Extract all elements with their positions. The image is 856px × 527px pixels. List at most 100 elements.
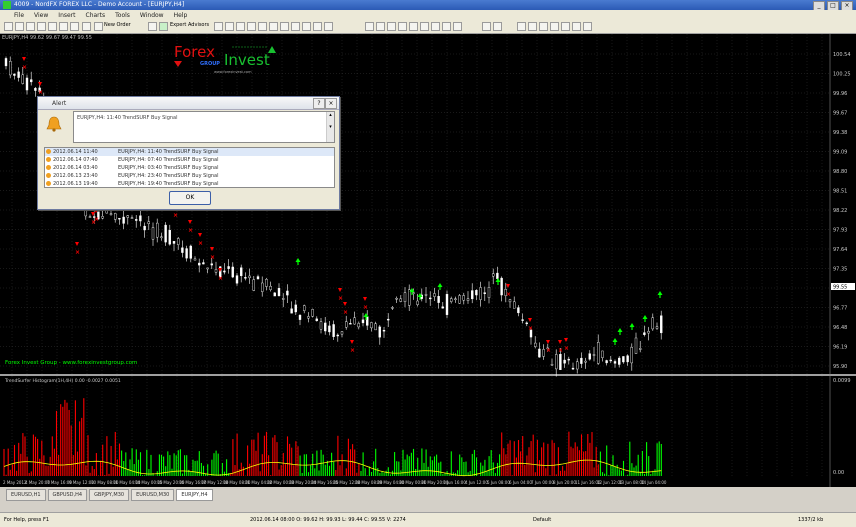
time-tick-label: 4 Jun 12:00	[465, 480, 488, 485]
menu-file[interactable]: File	[14, 12, 24, 19]
candle-body	[214, 269, 218, 273]
sell-arrow	[38, 82, 42, 86]
alert-close-button[interactable]: ×	[325, 98, 337, 109]
price-tick-label: 96.48	[833, 325, 847, 331]
zoom-in-icon[interactable]	[247, 22, 256, 31]
tab-gbpusd-h4[interactable]: GBPUSD,H4	[47, 489, 88, 501]
menu-tools[interactable]: Tools	[115, 12, 130, 19]
tester-icon[interactable]	[70, 22, 79, 31]
expert-advisors-icon[interactable]	[159, 22, 168, 31]
list-item[interactable]: 2012.06.13 19:40 EURJPY,H4: 19:40 TrendSU…	[45, 180, 334, 187]
status-help: For Help, press F1	[4, 517, 50, 523]
alert-titlebar[interactable]: Alert ? ×	[38, 97, 339, 110]
trendline-icon[interactable]	[539, 22, 548, 31]
new-order-button[interactable]: New Order	[104, 22, 131, 28]
price-tick-label: 96.77	[833, 306, 847, 312]
channel-icon[interactable]	[550, 22, 559, 31]
list-item[interactable]: 2012.06.14 03:40 EURJPY,H4: 03:40 TrendSU…	[45, 164, 334, 172]
periods-icon[interactable]	[313, 22, 322, 31]
candle-body	[496, 272, 499, 279]
label-tool-icon[interactable]	[583, 22, 592, 31]
new-chart-icon[interactable]	[4, 22, 13, 31]
menu-charts[interactable]: Charts	[86, 12, 106, 19]
candle-body	[458, 295, 461, 304]
candlestick-icon[interactable]	[225, 22, 234, 31]
candle-body	[508, 299, 512, 303]
candle-body	[151, 227, 155, 240]
chart-shift-icon[interactable]	[291, 22, 300, 31]
zoom-out-icon[interactable]	[258, 22, 267, 31]
menu-view[interactable]: View	[34, 12, 48, 19]
candle-body	[139, 215, 142, 222]
candle-body	[34, 87, 37, 91]
cursor-icon[interactable]	[482, 22, 491, 31]
time-axis: 2 May 20124 May 20:007 May 16:009 May 12…	[0, 478, 856, 487]
autoscroll-icon[interactable]	[280, 22, 289, 31]
bell-icon	[46, 116, 62, 132]
period-mn-icon[interactable]	[453, 22, 462, 31]
navigator-icon[interactable]	[48, 22, 57, 31]
candle-body	[605, 360, 608, 364]
time-tick-label: 8 Jun 20:00	[553, 480, 576, 485]
candle-body	[424, 294, 428, 296]
alert-message-scrollbar[interactable]: ▴ ▾	[326, 112, 334, 142]
alert-help-button[interactable]: ?	[313, 98, 325, 109]
expert-advisors-button[interactable]: Expert Advisors	[170, 22, 209, 28]
menu-insert[interactable]: Insert	[58, 12, 75, 19]
candle-body	[353, 317, 356, 325]
vertical-line-icon[interactable]	[517, 22, 526, 31]
list-item[interactable]: 2012.06.14 11:40 EURJPY,H4: 11:40 TrendSU…	[45, 148, 334, 156]
tile-windows-icon[interactable]	[269, 22, 278, 31]
candle-body	[429, 297, 432, 300]
templates-icon[interactable]	[324, 22, 333, 31]
list-item[interactable]: 2012.06.13 23:40 EURJPY,H4: 23:40 TrendSU…	[45, 172, 334, 180]
period-d1-icon[interactable]	[431, 22, 440, 31]
candle-body	[592, 354, 596, 356]
candle-body	[462, 295, 465, 301]
period-m5-icon[interactable]	[376, 22, 385, 31]
candle-body	[534, 342, 537, 347]
metaeditor-icon[interactable]	[148, 22, 157, 31]
alert-history-list[interactable]: 2012.06.14 11:40 EURJPY,H4: 11:40 TrendSU…	[44, 147, 335, 188]
period-m1-icon[interactable]	[365, 22, 374, 31]
candle-body	[517, 307, 520, 314]
indicators-icon[interactable]	[302, 22, 311, 31]
new-order-icon[interactable]	[94, 22, 103, 31]
data-window-icon[interactable]	[37, 22, 46, 31]
line-chart-icon[interactable]	[236, 22, 245, 31]
horizontal-line-icon[interactable]	[528, 22, 537, 31]
logo-up-arrow	[268, 46, 276, 53]
terminal-icon[interactable]	[59, 22, 68, 31]
metaeditor-icon[interactable]	[82, 22, 91, 31]
tab-gbpjpy-m30[interactable]: GBPJPY,M30	[89, 489, 130, 501]
candle-body	[168, 230, 172, 245]
candle-body	[113, 213, 117, 220]
tab-eurusd-h1[interactable]: EURUSD,H1	[6, 489, 46, 501]
period-h1-icon[interactable]	[409, 22, 418, 31]
candle-body	[210, 263, 214, 266]
text-tool-icon[interactable]	[572, 22, 581, 31]
market-watch-icon[interactable]	[26, 22, 35, 31]
chart-symbol-label: EURJPY,H4 99.62 99.67 99.47 99.55	[2, 35, 92, 41]
menu-help[interactable]: Help	[174, 12, 188, 19]
period-m30-icon[interactable]	[398, 22, 407, 31]
crosshair-icon[interactable]	[493, 22, 502, 31]
candle-body	[513, 301, 516, 309]
candle-body	[382, 329, 386, 332]
profiles-icon[interactable]	[15, 22, 24, 31]
bar-chart-icon[interactable]	[214, 22, 223, 31]
list-item[interactable]: 2012.06.14 07:40 EURJPY,H4: 07:40 TrendSU…	[45, 156, 334, 164]
menu-window[interactable]: Window	[140, 12, 164, 19]
alert-row-icon	[46, 157, 51, 162]
tab-eurjpy-h4[interactable]: EURJPY,H4	[176, 489, 213, 501]
tab-eurusd-m30[interactable]: EURUSD,M30	[131, 489, 175, 501]
sell-signal-marker: ×	[528, 325, 533, 332]
sell-signal-marker: ×	[363, 304, 368, 311]
candle-body	[588, 353, 591, 360]
period-h4-icon[interactable]	[420, 22, 429, 31]
ok-button[interactable]: OK	[169, 191, 211, 205]
fibonacci-icon[interactable]	[561, 22, 570, 31]
period-m15-icon[interactable]	[387, 22, 396, 31]
candle-body	[197, 262, 201, 266]
period-w1-icon[interactable]	[442, 22, 451, 31]
